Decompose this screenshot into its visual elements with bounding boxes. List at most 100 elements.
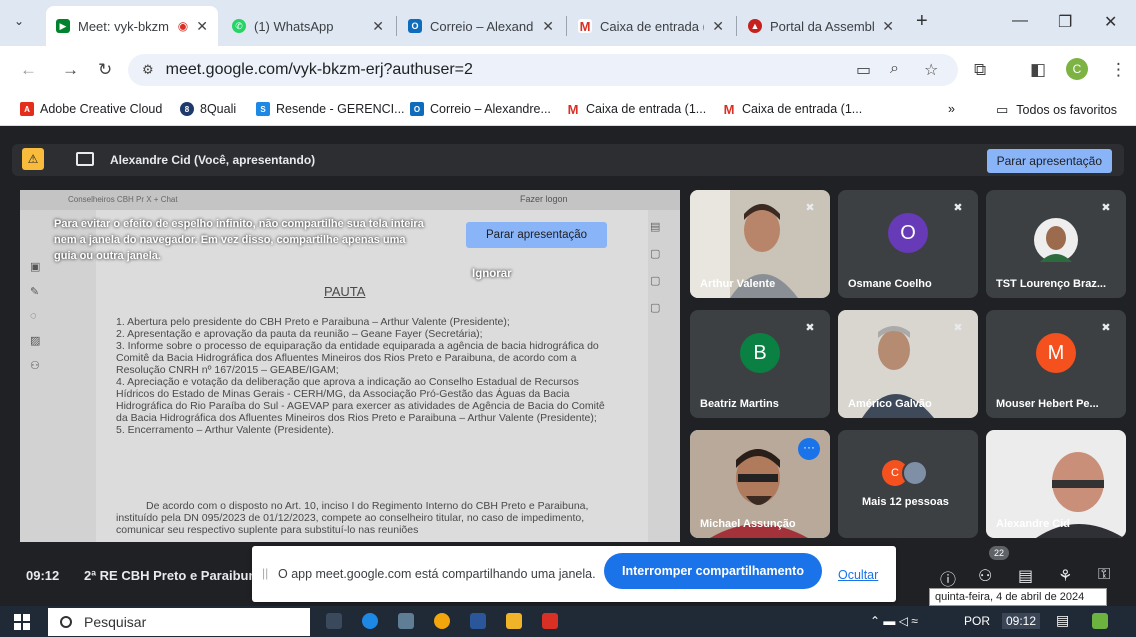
tab-gmail[interactable]: M Caixa de entrada ( ✕: [568, 8, 734, 44]
mirror-warning: Para evitar o efeito de espelho infinito…: [54, 218, 424, 262]
tab-strip: ⌄ ▶ Meet: vyk-bkzm ◉ ✕ ✆ (1) WhatsApp ✕ …: [0, 0, 1136, 52]
more-people-tile[interactable]: C Mais 12 pessoas: [838, 430, 978, 538]
new-tab-button[interactable]: +: [916, 10, 928, 33]
avatar: B: [740, 333, 780, 374]
cast-icon[interactable]: ▭: [856, 60, 871, 80]
stop-presenting-button-2[interactable]: Parar apresentação: [466, 222, 608, 248]
presenter-label: Alexandre Cid (Você, apresentando): [110, 153, 316, 167]
bookmark-resende[interactable]: S Resende - GERENCI...: [256, 102, 405, 116]
tab-meet[interactable]: ▶ Meet: vyk-bkzm ◉ ✕: [46, 6, 218, 46]
chat-icon[interactable]: ▤: [1018, 566, 1033, 586]
toolbar: ← → ↻ ⚙ meet.google.com/vyk-bkzm-erj?aut…: [0, 46, 1136, 94]
minimize-icon[interactable]: —: [1012, 12, 1028, 30]
people-icon[interactable]: ⚇: [978, 566, 992, 586]
doc-items: 1. Abertura pelo presidente do CBH Preto…: [116, 316, 605, 436]
bookmark-gmail-1[interactable]: M Caixa de entrada (1...: [566, 102, 707, 117]
stop-sharing-button[interactable]: Interromper compartilhamento: [604, 553, 822, 589]
sharepoint-icon: S: [256, 102, 270, 116]
doc-sidebar: ▤ ▢ ▢ ▢: [650, 221, 661, 314]
drag-handle-icon[interactable]: ||: [262, 566, 268, 580]
language-indicator[interactable]: POR: [964, 614, 990, 628]
pen-icon: ✎: [30, 286, 40, 298]
windows-start-icon[interactable]: [14, 614, 30, 630]
cursor-icon: ▣: [30, 261, 41, 273]
forward-icon[interactable]: →: [62, 60, 79, 80]
bookmark-gmail-2[interactable]: M Caixa de entrada (1...: [722, 101, 863, 117]
close-tab-icon[interactable]: ✕: [712, 18, 724, 35]
host-controls-icon[interactable]: ⚿: [1098, 566, 1110, 584]
close-tab-icon[interactable]: ✕: [196, 18, 208, 35]
reload-icon[interactable]: ↻: [98, 60, 112, 80]
menu-icon[interactable]: ⋮: [1110, 60, 1127, 80]
avatar: O: [888, 213, 928, 254]
notifications-icon[interactable]: ▤: [1056, 612, 1069, 629]
close-tab-icon[interactable]: ✕: [542, 18, 554, 35]
date-tooltip: quinta-feira, 4 de abril de 2024: [929, 588, 1107, 606]
search-icon: [60, 616, 72, 628]
back-icon[interactable]: ←: [20, 60, 37, 80]
participant-tile[interactable]: ✖ Arthur Valente: [690, 190, 830, 298]
files-icon[interactable]: [398, 613, 414, 629]
bookmark-correio[interactable]: O Correio – Alexandre...: [410, 102, 551, 116]
adobe-icon: A: [20, 102, 34, 116]
task-view-icon[interactable]: [326, 613, 342, 629]
more-options-icon[interactable]: ···: [798, 438, 820, 460]
gmail-icon: M: [723, 101, 735, 117]
zoom-icon[interactable]: ⌕: [890, 60, 899, 78]
close-window-icon[interactable]: ✕: [1104, 12, 1117, 32]
taskbar-search[interactable]: Pesquisar: [48, 608, 310, 636]
teams-icon[interactable]: [1092, 613, 1108, 629]
whatsapp-icon: ✆: [232, 19, 246, 33]
participant-tile[interactable]: M ✖ Mouser Hebert Pe...: [986, 310, 1126, 418]
tab-correio[interactable]: O Correio – Alexandre ✕: [398, 8, 564, 44]
bookmark-adobe[interactable]: A Adobe Creative Cloud: [20, 102, 162, 116]
activities-icon[interactable]: ⚘: [1058, 566, 1072, 586]
close-tab-icon[interactable]: ✕: [882, 18, 894, 35]
bookmark-star-icon[interactable]: ☆: [924, 60, 938, 80]
profile-avatar[interactable]: C: [1066, 58, 1088, 80]
explorer-icon[interactable]: [506, 613, 522, 629]
participant-tile[interactable]: ··· Michael Assunção: [690, 430, 830, 538]
tray-icons[interactable]: ⌃ ▬ ◁ ≈: [870, 614, 918, 628]
restore-icon[interactable]: ❐: [1058, 12, 1072, 32]
hide-link[interactable]: Ocultar: [838, 568, 878, 582]
outlook-icon: O: [408, 19, 422, 33]
muted-mic-icon: ✖: [805, 322, 815, 334]
muted-mic-icon: ✖: [953, 202, 963, 214]
close-tab-icon[interactable]: ✕: [372, 18, 384, 35]
extensions-icon[interactable]: ⧉: [974, 60, 986, 80]
chrome-icon[interactable]: [434, 613, 450, 629]
bookmarks-bar: A Adobe Creative Cloud 8 8Quali S Resende -…: [0, 94, 1136, 126]
tab-whatsapp[interactable]: ✆ (1) WhatsApp ✕: [222, 8, 394, 44]
address-bar[interactable]: ⚙ meet.google.com/vyk-bkzm-erj?authuser=…: [128, 54, 958, 86]
taskbar: Pesquisar ⌃ ▬ ◁ ≈ POR 09:12 ▤: [0, 606, 1136, 637]
participant-tile[interactable]: ✖ Américo Galvão: [838, 310, 978, 418]
tab-search-icon[interactable]: ⌄: [14, 14, 24, 28]
folder-icon: ▭: [996, 102, 1009, 117]
edge-icon[interactable]: [362, 613, 378, 629]
participant-photo: [1034, 218, 1078, 262]
stop-presenting-button[interactable]: Parar apresentação: [986, 149, 1112, 173]
sharing-notice: || O app meet.google.com está compartilh…: [252, 546, 896, 602]
meeting-clock: 09:12: [26, 568, 60, 583]
meet-app: ⚠ Alexandre Cid (Você, apresentando) Par…: [0, 126, 1136, 602]
taskbar-clock[interactable]: 09:12: [1002, 613, 1041, 629]
side-panel-icon[interactable]: ◧: [1030, 60, 1046, 80]
acrobat-icon[interactable]: [542, 613, 558, 629]
participant-tile[interactable]: B ✖ Beatriz Martins: [690, 310, 830, 418]
doc-paragraph: De acordo com o disposto no Art. 10, inc…: [116, 500, 589, 536]
participant-tile[interactable]: ✖ TST Lourenço Braz...: [986, 190, 1126, 298]
tab-portal[interactable]: ▲ Portal da Assembl ✕: [738, 8, 904, 44]
info-icon[interactable]: ⓘ: [940, 566, 956, 590]
site-info-icon[interactable]: ⚙: [142, 62, 154, 78]
presenting-bar: ⚠ Alexandre Cid (Você, apresentando) Par…: [12, 144, 1124, 176]
people-count-badge: 22: [989, 546, 1009, 560]
ignore-button[interactable]: Ignorar: [472, 268, 512, 280]
bookmark-8quali[interactable]: 8 8Quali: [180, 102, 236, 116]
participant-tile[interactable]: Alexandre Cid: [986, 430, 1126, 538]
word-icon[interactable]: [470, 613, 486, 629]
all-favorites[interactable]: ▭ Todos os favoritos: [996, 102, 1117, 118]
bookmarks-overflow[interactable]: »: [948, 102, 955, 116]
muted-mic-icon: ✖: [953, 322, 963, 334]
participant-tile[interactable]: O ✖ Osmane Coelho: [838, 190, 978, 298]
